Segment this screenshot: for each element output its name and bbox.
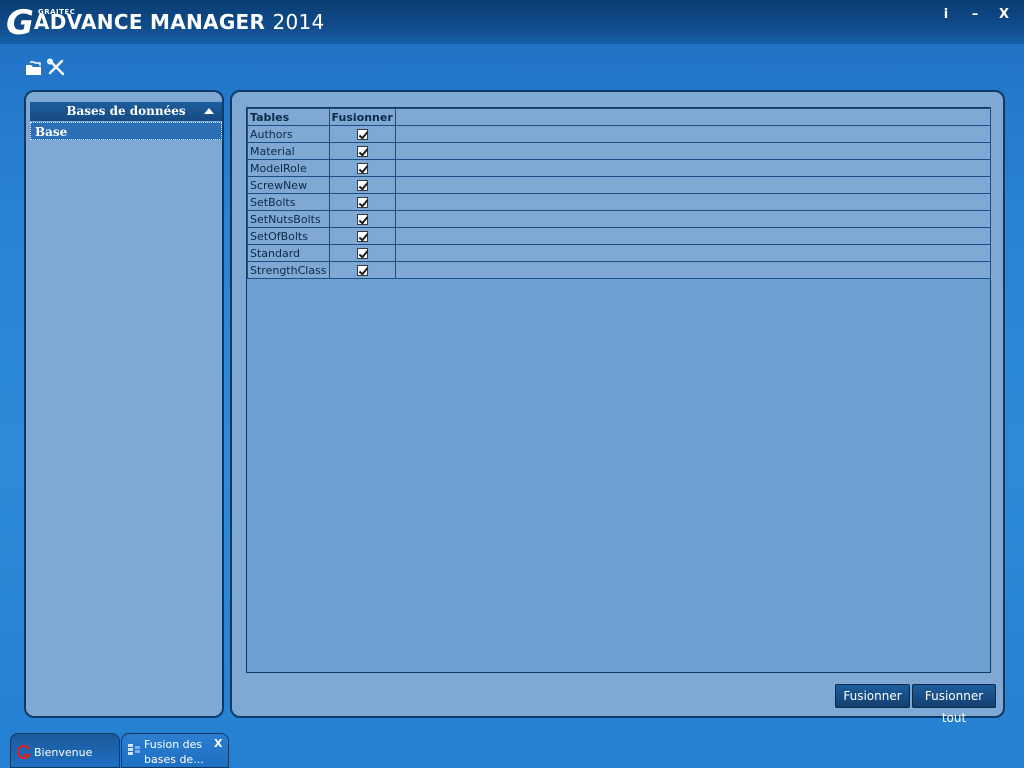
table-row[interactable]: Standard [247,244,992,262]
merge-cell [328,159,396,177]
table-name-cell: SetBolts [247,193,330,211]
table-name-cell: StrengthClass [247,261,330,279]
merge-cell [328,210,396,228]
merge-checkbox[interactable] [356,163,368,174]
merge-checkbox[interactable] [356,214,368,225]
merge-button[interactable]: Fusionner [835,684,910,708]
table-row[interactable]: SetBolts [247,193,992,211]
close-button[interactable]: X [994,6,1014,24]
collapse-arrow-icon[interactable] [204,108,214,114]
column-header-tables[interactable]: Tables [247,108,330,126]
empty-cell [394,142,992,160]
empty-cell [394,176,992,194]
table-row[interactable]: SetNutsBolts [247,210,992,228]
databases-header[interactable]: Bases de données [30,102,222,121]
tab-merge-label: Fusion des bases de... [144,737,204,767]
column-header-empty [394,108,992,126]
tab-merge-label-line1: Fusion des [144,738,203,751]
merge-checkbox[interactable] [356,248,368,259]
merge-cell [328,193,396,211]
app-logo: G GRAITEC ADVANCE MANAGER 2014 [6,4,325,40]
tab-welcome-label: Bienvenue [34,746,93,759]
merge-cell [328,176,396,194]
tab-merge-label-line2: bases de... [144,753,204,766]
logo-g-mark: G [6,3,34,43]
merge-checkbox[interactable] [356,146,368,157]
empty-cell [394,244,992,262]
folder-open-icon[interactable] [24,58,44,78]
empty-cell [394,159,992,177]
tab-close-icon[interactable]: X [214,737,222,750]
tab-merge-databases[interactable]: Fusion des bases de... X [121,733,229,768]
tables-table: Tables Fusionner Authors Material ModelR… [247,108,992,279]
info-button[interactable]: i [936,6,956,24]
table-name-cell: ModelRole [247,159,330,177]
table-name-cell: Standard [247,244,330,262]
databases-panel: Bases de données Base [24,90,224,718]
empty-cell [394,210,992,228]
merge-cell [328,227,396,245]
databases-header-label: Bases de données [66,104,186,118]
empty-cell [394,193,992,211]
table-row[interactable]: Material [247,142,992,160]
table-name-cell: Material [247,142,330,160]
tools-icon[interactable] [46,58,66,78]
table-row[interactable]: Authors [247,125,992,143]
app-title: ADVANCE MANAGER 2014 [34,10,325,40]
database-item-base[interactable]: Base [30,122,222,140]
table-name-cell: SetOfBolts [247,227,330,245]
table-row[interactable]: StrengthClass [247,261,992,279]
merge-panel: Tables Fusionner Authors Material ModelR… [230,90,1005,725]
merge-cell [328,125,396,143]
empty-cell [394,261,992,279]
table-name-cell: Authors [247,125,330,143]
merge-cell [328,261,396,279]
toolbar [24,58,66,78]
empty-cell [394,125,992,143]
column-header-merge[interactable]: Fusionner [328,108,396,126]
merge-all-button[interactable]: Fusionner tout [912,684,996,725]
merge-cell [328,142,396,160]
merge-checkbox[interactable] [356,265,368,276]
table-row[interactable]: ModelRole [247,159,992,177]
table-name-cell: SetNutsBolts [247,210,330,228]
table-name-cell: ScrewNew [247,176,330,194]
merge-checkbox[interactable] [356,197,368,208]
database-merge-icon [128,744,140,755]
table-header-row: Tables Fusionner [247,108,992,126]
table-row[interactable]: ScrewNew [247,176,992,194]
tables-grid: Tables Fusionner Authors Material ModelR… [246,107,992,673]
merge-checkbox[interactable] [356,180,368,191]
merge-checkbox[interactable] [356,129,368,140]
logo-brand: GRAITEC [38,8,76,16]
tab-welcome[interactable]: Bienvenue [10,733,120,768]
graitec-logo-icon [17,745,31,759]
empty-cell [394,227,992,245]
merge-cell [328,244,396,262]
merge-checkbox[interactable] [356,231,368,242]
title-bar: G GRAITEC ADVANCE MANAGER 2014 i – X [0,0,1024,44]
minimize-button[interactable]: – [965,6,985,24]
app-title-year: 2014 [272,10,325,34]
table-row[interactable]: SetOfBolts [247,227,992,245]
